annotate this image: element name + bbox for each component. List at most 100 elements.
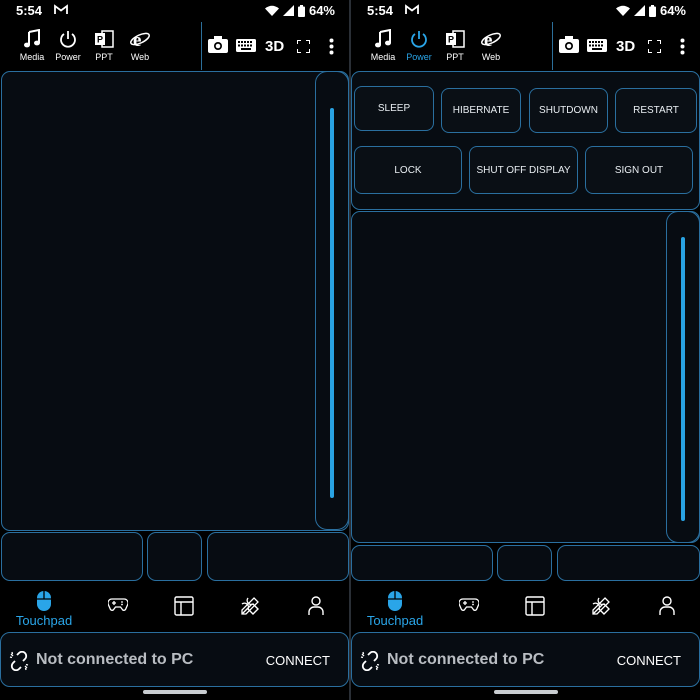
svg-text:P: P — [97, 35, 103, 45]
right-click-button[interactable] — [557, 545, 700, 581]
nav-profile[interactable] — [296, 596, 336, 616]
broken-link-icon — [360, 651, 380, 671]
touchpad-icon — [388, 591, 402, 611]
nav-layout[interactable] — [515, 596, 555, 616]
toolbar-media[interactable]: Media — [365, 28, 401, 62]
powerpoint-icon: P — [446, 30, 465, 48]
music-note-icon — [24, 29, 40, 48]
battery-icon — [648, 4, 656, 17]
nav-touchpad[interactable]: Touchpad — [367, 590, 423, 628]
toolbar: Media Power P PPT e Web 3D — [0, 22, 349, 70]
nav-profile[interactable] — [647, 596, 687, 616]
connection-bar: Not connected to PC CONNECT — [351, 632, 700, 687]
toolbar-web-label: Web — [481, 52, 501, 62]
wifi-icon — [615, 5, 630, 16]
sign-out-button[interactable]: SIGN OUT — [585, 146, 693, 194]
toolbar-power[interactable]: Power — [401, 28, 437, 62]
toolbar-media[interactable]: Media — [14, 28, 50, 62]
gmail-icon — [54, 4, 68, 14]
status-time: 5:54 — [16, 3, 43, 18]
toolbar-web[interactable]: e Web — [122, 28, 158, 62]
gamepad-icon — [108, 598, 128, 611]
home-indicator[interactable] — [143, 690, 207, 694]
toolbar-power-label: Power — [55, 52, 81, 62]
toolbar-media-label: Media — [19, 52, 45, 62]
sleep-button[interactable]: SLEEP — [354, 86, 434, 131]
shut-off-display-button[interactable]: SHUT OFF DISPLAY — [469, 146, 578, 194]
toolbar-web[interactable]: e Web — [473, 28, 509, 62]
status-time: 5:54 — [367, 3, 394, 18]
shutdown-button[interactable]: SHUTDOWN — [529, 88, 608, 133]
touchpad-area[interactable] — [1, 71, 349, 531]
browser-icon: e — [130, 30, 150, 49]
battery-percent: 64% — [659, 3, 686, 18]
connect-button[interactable]: CONNECT — [266, 653, 330, 668]
keyboard-icon[interactable] — [587, 39, 607, 52]
toolbar: Media Power P PPT e Web 3D — [351, 22, 700, 70]
middle-click-button[interactable] — [147, 532, 202, 581]
scroll-indicator[interactable] — [330, 108, 334, 498]
nav-layout[interactable] — [164, 596, 204, 616]
toolbar-ppt-label: PPT — [95, 52, 113, 62]
touchpad-icon — [37, 591, 51, 611]
3d-button[interactable]: 3D — [265, 38, 284, 55]
toolbar-ppt[interactable]: P PPT — [437, 28, 473, 62]
right-click-button[interactable] — [207, 532, 349, 581]
gmail-icon — [405, 4, 419, 14]
hibernate-button[interactable]: HIBERNATE — [441, 88, 521, 133]
nav-touchpad-label: Touchpad — [15, 613, 73, 628]
more-vert-icon[interactable] — [329, 38, 334, 55]
scroll-indicator[interactable] — [681, 237, 685, 521]
3d-button[interactable]: 3D — [616, 38, 635, 55]
toolbar-ppt-label: PPT — [446, 52, 464, 62]
fullscreen-icon[interactable] — [648, 40, 661, 53]
restart-button[interactable]: RESTART — [615, 88, 697, 133]
middle-click-button[interactable] — [497, 545, 552, 581]
profile-icon — [308, 596, 324, 615]
svg-text:e: e — [133, 30, 141, 49]
left-click-button[interactable] — [1, 532, 143, 581]
connect-button[interactable]: CONNECT — [617, 653, 681, 668]
connection-status: Not connected to PC — [36, 651, 194, 668]
tools-icon — [592, 597, 610, 615]
scroll-rail[interactable] — [666, 211, 700, 543]
connection-bar: Not connected to PC CONNECT — [0, 632, 349, 687]
nav-touchpad[interactable]: Touchpad — [16, 590, 72, 628]
tools-icon — [241, 597, 259, 615]
svg-text:P: P — [448, 35, 454, 45]
camera-icon[interactable] — [559, 36, 579, 53]
fullscreen-icon[interactable] — [297, 40, 310, 53]
keyboard-icon[interactable] — [236, 39, 256, 52]
nav-tools[interactable] — [230, 595, 270, 617]
nav-gamepad[interactable] — [449, 598, 489, 611]
broken-link-icon — [9, 651, 29, 671]
toolbar-power[interactable]: Power — [50, 28, 86, 62]
svg-text:e: e — [484, 30, 492, 49]
home-indicator[interactable] — [494, 690, 558, 694]
battery-icon — [297, 4, 305, 17]
phone-screen-power: 5:54 64% Media Power P PPT e Web 3D SLEE… — [351, 0, 700, 700]
signal-icon — [282, 5, 294, 16]
signal-icon — [633, 5, 645, 16]
nav-gamepad[interactable] — [98, 598, 138, 611]
browser-icon: e — [481, 30, 501, 49]
status-bar: 5:54 64% — [0, 0, 349, 22]
power-icon — [411, 31, 427, 48]
toolbar-ppt[interactable]: P PPT — [86, 28, 122, 62]
scroll-rail[interactable] — [315, 71, 349, 530]
nav-tools[interactable] — [581, 595, 621, 617]
toolbar-web-label: Web — [130, 52, 150, 62]
more-vert-icon[interactable] — [680, 38, 685, 55]
left-click-button[interactable] — [351, 545, 493, 581]
system-status: 64% — [264, 3, 335, 18]
touchpad-area[interactable] — [351, 211, 700, 543]
bottom-nav: Touchpad — [0, 584, 349, 630]
bottom-nav: Touchpad — [351, 584, 700, 630]
system-status: 64% — [615, 3, 686, 18]
phone-screen-touchpad: 5:54 64% Media Power P PPT e Web 3D Touc… — [0, 0, 349, 700]
toolbar-separator — [552, 22, 553, 70]
profile-icon — [659, 596, 675, 615]
status-bar: 5:54 64% — [351, 0, 700, 22]
lock-button[interactable]: LOCK — [354, 146, 462, 194]
camera-icon[interactable] — [208, 36, 228, 53]
